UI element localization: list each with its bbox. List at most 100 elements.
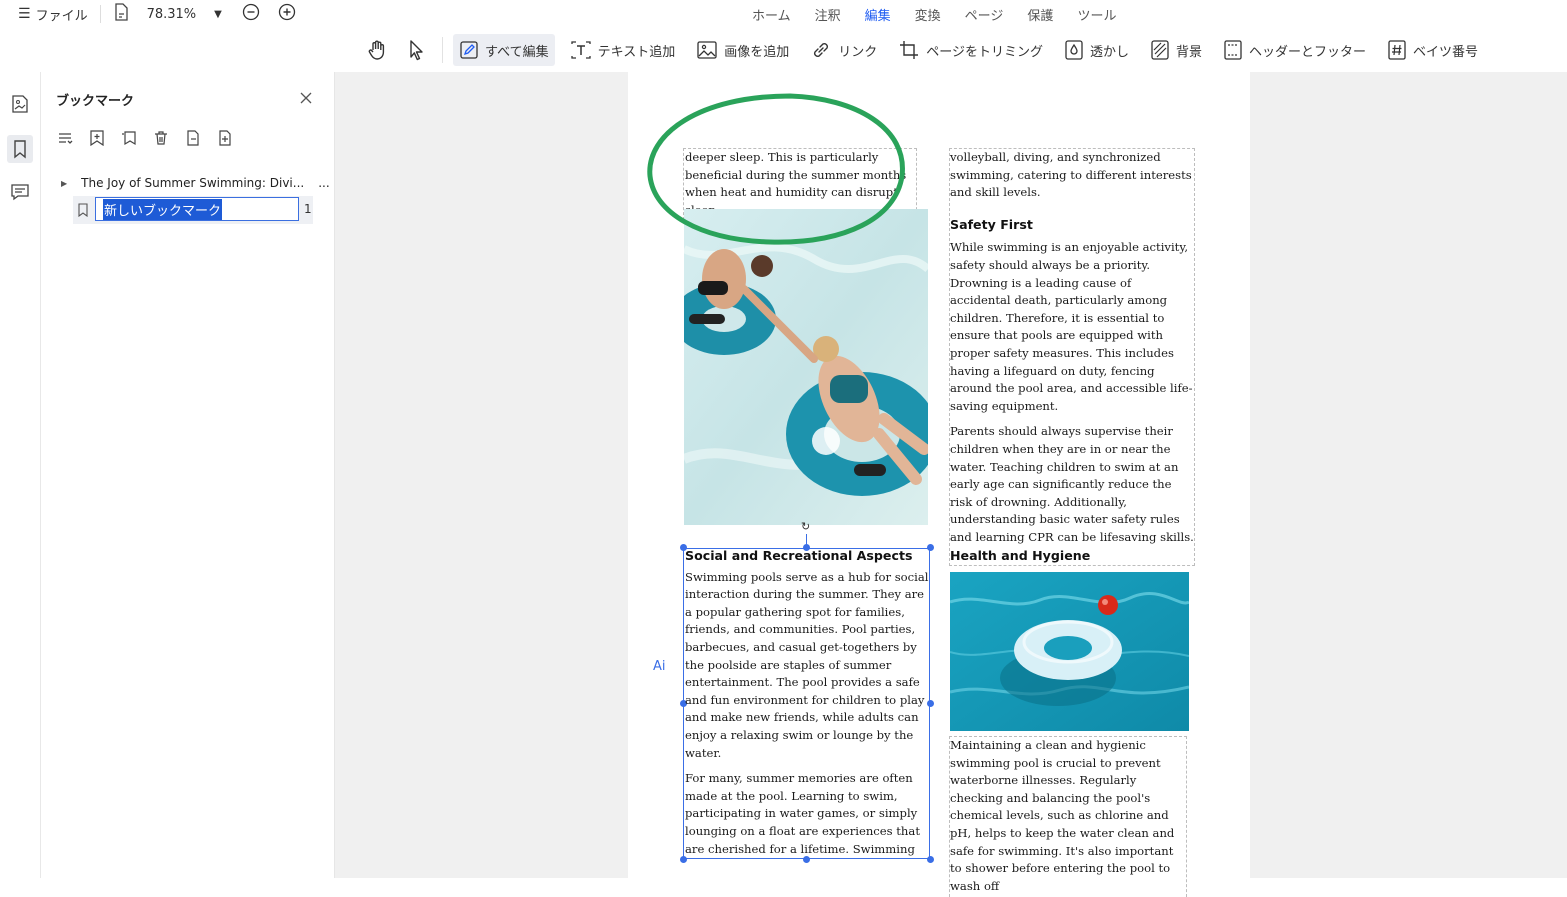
- text-block-health[interactable]: Maintaining a clean and hygienic swimmin…: [949, 736, 1187, 897]
- bookmark-page-number: 1: [304, 202, 312, 216]
- watermark-drop-icon: [1065, 40, 1083, 60]
- paragraph: Maintaining a clean and hygienic swimmin…: [950, 738, 1175, 893]
- swimmers-image[interactable]: [684, 209, 928, 525]
- bookmark-nav-button[interactable]: [7, 135, 33, 163]
- list-collapse-icon: [59, 133, 73, 144]
- zoom-level[interactable]: 78.31%: [147, 7, 197, 22]
- background-icon: [1151, 40, 1169, 60]
- crop-icon: [900, 41, 919, 59]
- thumbnail-nav-button[interactable]: [8, 92, 32, 116]
- panel-title: ブックマーク: [56, 94, 135, 109]
- header-footer-button[interactable]: ヘッダーとフッター: [1217, 34, 1372, 66]
- bates-number-button[interactable]: ベイツ番号: [1381, 34, 1484, 66]
- import-bookmark-button[interactable]: [217, 128, 249, 148]
- paragraph: Swimming pools serve as a hub for social…: [685, 569, 929, 760]
- pdf-page: deeper sleep. This is particularly benef…: [628, 72, 1250, 897]
- expand-collapse-button[interactable]: [57, 128, 89, 148]
- file-menu-button[interactable]: ☰ ファイル: [18, 5, 88, 24]
- paragraph: For many, summer memories are often made…: [685, 771, 920, 856]
- link-button[interactable]: リンク: [804, 34, 883, 66]
- tab-page[interactable]: ページ: [953, 3, 1016, 30]
- paragraph: While swimming is an enjoyable activity,…: [950, 240, 1193, 413]
- tab-protect[interactable]: 保護: [1015, 3, 1065, 30]
- section-heading-health[interactable]: Health and Hygiene: [950, 548, 1090, 563]
- top-menu-bar: ☰ ファイル 78.31% ▼ ホーム 注釈 編集 変換 ページ 保護 ツール: [0, 0, 1567, 30]
- new-bookmark-item[interactable]: 新しいブックマーク 1: [73, 196, 313, 224]
- zoom-in-icon[interactable]: [278, 3, 296, 25]
- document-canvas[interactable]: deeper sleep. This is particularly benef…: [335, 72, 1567, 897]
- edit-tools: すべて編集 テキスト追加 画像を追加 リンク ページをトリミング 透かし 背景: [362, 34, 1493, 66]
- resize-handle[interactable]: [927, 856, 934, 863]
- bookmark-name-value: 新しいブックマーク: [103, 198, 223, 220]
- add-child-bookmark-button[interactable]: [121, 128, 153, 148]
- image-icon: [697, 41, 717, 59]
- page-view-icon[interactable]: [113, 3, 129, 25]
- bookmark-panel: ブックマーク ▶ The Joy of Summer Swimming: Div…: [41, 72, 335, 878]
- annotation-circle[interactable]: [640, 88, 916, 252]
- tab-convert[interactable]: 変換: [903, 3, 953, 30]
- crop-label: ページをトリミング: [926, 44, 1043, 60]
- hand-icon: [368, 40, 385, 60]
- tab-home[interactable]: ホーム: [740, 3, 803, 30]
- crop-page-button[interactable]: ページをトリミング: [892, 34, 1049, 66]
- watermark-label: 透かし: [1089, 44, 1129, 60]
- hand-tool-button[interactable]: [362, 35, 392, 65]
- zoom-out-icon[interactable]: [242, 3, 260, 25]
- bookmark-more-button[interactable]: ...: [318, 176, 329, 190]
- background-button[interactable]: 背景: [1144, 34, 1208, 66]
- edit-toolbar: すべて編集 テキスト追加 画像を追加 リンク ページをトリミング 透かし 背景: [0, 28, 1567, 73]
- close-panel-button[interactable]: [299, 90, 313, 109]
- document-minus-icon: [187, 130, 199, 146]
- tab-tools[interactable]: ツール: [1065, 3, 1128, 30]
- toolbar-divider: [442, 37, 443, 63]
- expand-arrow-icon[interactable]: ▶: [61, 179, 67, 188]
- bates-label: ベイツ番号: [1413, 44, 1479, 60]
- select-tool-button[interactable]: [402, 35, 432, 65]
- ai-assist-badge[interactable]: Ai: [653, 659, 666, 674]
- bookmark-name-input[interactable]: 新しいブックマーク: [95, 197, 299, 221]
- document-plus-icon: [219, 130, 231, 146]
- bookmark-item[interactable]: ▶ The Joy of Summer Swimming: Divi... ..…: [61, 174, 330, 192]
- comment-icon: [11, 184, 29, 201]
- paragraph: Parents should always supervise their ch…: [950, 424, 1194, 544]
- file-menu-label: ファイル: [35, 8, 88, 24]
- tab-edit[interactable]: 編集: [852, 3, 903, 30]
- add-bookmark-button[interactable]: [89, 128, 121, 148]
- text-box-icon: [570, 41, 591, 59]
- add-image-button[interactable]: 画像を追加: [690, 34, 795, 66]
- page-thumbnail-icon: [12, 95, 28, 113]
- export-bookmark-button[interactable]: [185, 128, 217, 148]
- add-text-button[interactable]: テキスト追加: [564, 34, 682, 66]
- tab-annotate[interactable]: 注釈: [803, 3, 853, 30]
- cursor-icon: [410, 40, 423, 61]
- text-block-social[interactable]: Social and Recreational Aspects Swimming…: [685, 547, 930, 857]
- close-icon: [300, 92, 312, 104]
- left-icon-rail: [0, 72, 41, 878]
- resize-handle[interactable]: [803, 856, 810, 863]
- bookmark-add-icon: [90, 130, 104, 146]
- link-label: リンク: [838, 44, 878, 60]
- hash-icon: [1388, 40, 1406, 60]
- delete-bookmark-button[interactable]: [153, 128, 185, 148]
- bookmark-tools: [57, 128, 249, 148]
- text-block-safety[interactable]: volleyball, diving, and synchronized swi…: [949, 148, 1195, 566]
- bookmark-icon: [78, 203, 88, 217]
- add-text-label: テキスト追加: [597, 44, 676, 60]
- rotate-handle-icon[interactable]: ↻: [801, 520, 810, 533]
- trash-icon: [155, 131, 167, 145]
- edit-all-button[interactable]: すべて編集: [453, 34, 555, 66]
- bookmark-label: The Joy of Summer Swimming: Divi...: [81, 176, 305, 190]
- watermark-button[interactable]: 透かし: [1058, 34, 1135, 66]
- divider: [99, 5, 101, 23]
- background-label: 背景: [1176, 44, 1203, 60]
- pool-float-image[interactable]: [950, 572, 1189, 731]
- comment-nav-button[interactable]: [8, 180, 32, 204]
- chevron-down-icon[interactable]: ▼: [214, 9, 222, 20]
- edit-pencil-icon: [460, 41, 478, 59]
- resize-handle[interactable]: [680, 856, 687, 863]
- add-image-label: 画像を追加: [724, 44, 790, 60]
- header-footer-icon: [1224, 40, 1242, 60]
- section-heading-social: Social and Recreational Aspects: [685, 548, 913, 563]
- header-footer-label: ヘッダーとフッター: [1249, 44, 1367, 60]
- file-controls: ☰ ファイル 78.31% ▼: [18, 3, 296, 25]
